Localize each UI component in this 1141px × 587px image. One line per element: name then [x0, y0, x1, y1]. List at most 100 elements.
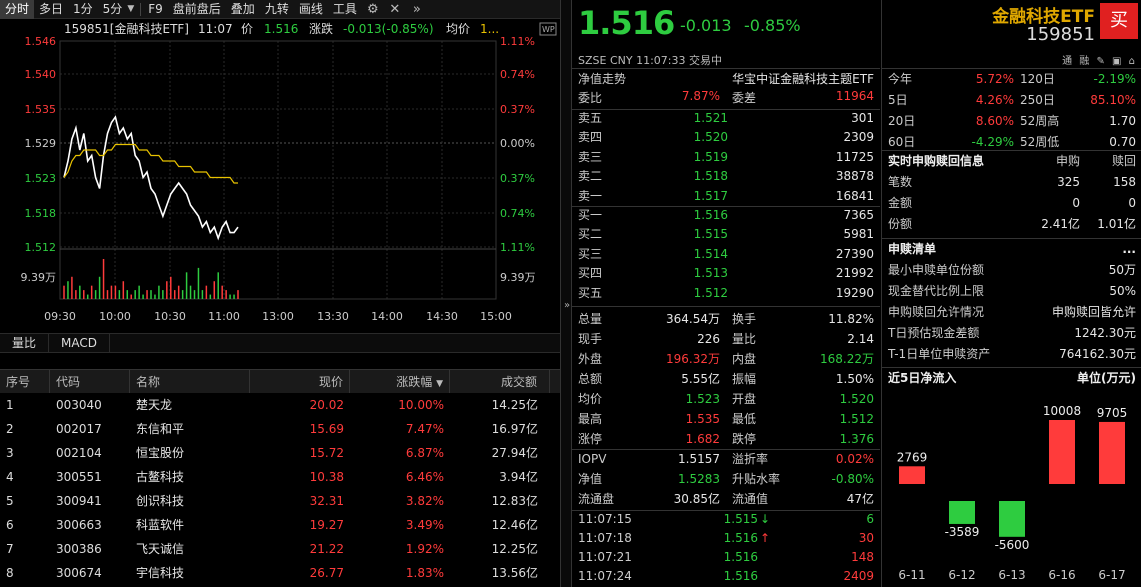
sell-level-row[interactable]: 卖四1.5202309 — [572, 128, 880, 147]
stat-label: 流通盘 — [578, 489, 628, 509]
tab-intraday[interactable]: 分时 — [0, 0, 34, 19]
net-inflow-chart: 27696-11-35896-12-56006-13100086-1697056… — [882, 388, 1141, 587]
row-code: 300386 — [50, 537, 130, 561]
sr-label: 笔数 — [888, 172, 988, 193]
flow-title: 近5日净流入 — [888, 368, 1077, 389]
sell-level-row[interactable]: 卖二1.51838878 — [572, 167, 880, 186]
chart-chg-label: 涨跌 — [309, 21, 333, 36]
col-change[interactable]: 涨跌幅 ▼ — [350, 370, 450, 393]
table-row[interactable]: 7300386飞天诚信21.221.92%12.25亿 — [0, 537, 560, 561]
stat-row: 总量364.54万换手11.82% — [572, 309, 880, 329]
nav-row[interactable]: 净值走势华宝中证金融科技主题ETF — [572, 68, 880, 90]
stat-value: 196.32万 — [628, 349, 720, 369]
sr-label: 金额 — [888, 193, 988, 214]
col-index[interactable]: 序号 — [0, 370, 50, 393]
tick-time: 11:07:18 — [578, 529, 678, 548]
buy-level-row[interactable]: 买三1.51427390 — [572, 245, 880, 264]
tab-1min[interactable]: 1分 — [68, 0, 98, 19]
tab-volume-ratio[interactable]: 量比 — [0, 334, 49, 352]
tick-list: 11:07:151.515↓611:07:181.516↑3011:07:211… — [572, 510, 880, 586]
list-label: 最小申赎单位份额 — [888, 260, 1109, 281]
row-code: 300941 — [50, 489, 130, 513]
stat-value: 1.535 — [628, 409, 720, 429]
sr-sub: 325 — [988, 172, 1080, 193]
gear-icon[interactable]: ⚙ — [362, 2, 384, 17]
stat-value: 1.523 — [628, 389, 720, 409]
quote-panel: 1.516 -0.013 -0.85% SZSE CNY 11:07:33 交易… — [572, 0, 880, 587]
row-change: 3.49% — [350, 513, 450, 537]
y-tick-right: 1.11% — [500, 35, 535, 48]
table-row[interactable]: 4300551古鳌科技10.386.46%3.94亿 — [0, 465, 560, 489]
sell-level-row[interactable]: 卖五1.521301 — [572, 109, 880, 128]
buy-level-row[interactable]: 买五1.51219290 — [572, 284, 880, 303]
table-row[interactable]: 5300941创识科技32.313.82%12.83亿 — [0, 489, 560, 513]
flow-category-label: 6-17 — [1098, 568, 1125, 582]
stat-label: 最低 — [732, 409, 782, 429]
book-price: 1.514 — [658, 245, 728, 264]
buy-button[interactable]: 买 — [1100, 3, 1138, 39]
row-price: 26.77 — [250, 561, 350, 585]
overlay-button[interactable]: 叠加 — [226, 0, 260, 19]
table-row[interactable]: 3002104恒宝股份15.726.87%27.94亿 — [0, 441, 560, 465]
stat-value: -0.80% — [782, 469, 874, 489]
list-row: T-1日单位申赎资产764162.30元 — [882, 344, 1141, 365]
buy-level-row[interactable]: 买四1.51321992 — [572, 264, 880, 283]
tools-button[interactable]: 工具 — [328, 0, 362, 19]
y-tick-left: 1.546 — [25, 35, 57, 48]
row-price: 10.38 — [250, 465, 350, 489]
table-row[interactable]: 1003040楚天龙20.0210.00%14.25亿 — [0, 393, 560, 417]
y-tick-right: 0.37% — [500, 172, 535, 185]
perf-value: 4.26% — [928, 90, 1014, 111]
sell-level-row[interactable]: 卖三1.51911725 — [572, 148, 880, 167]
row-name: 创识科技 — [130, 489, 250, 513]
book-volume: 16841 — [728, 187, 874, 206]
buy-level-row[interactable]: 买二1.5155981 — [572, 225, 880, 244]
arrow-none — [758, 548, 772, 567]
flow-unit: 单位(万元) — [1077, 368, 1136, 389]
table-row[interactable]: 6300663科蓝软件19.273.49%12.46亿 — [0, 513, 560, 537]
toolbar-icons[interactable]: 通 融 ✎ ▣ ⌂ — [1062, 52, 1137, 67]
sell-level-row[interactable]: 卖一1.51716841 — [572, 187, 880, 206]
close-icon[interactable]: ✕ — [384, 2, 406, 17]
sr-sub: 0 — [988, 193, 1080, 214]
row-turnover: 27.94亿 — [450, 441, 550, 465]
more-icon[interactable]: ... — [1122, 239, 1136, 260]
y-tick-right: 0.74% — [500, 68, 535, 81]
row-code: 300551 — [50, 465, 130, 489]
col-turnover[interactable]: 成交额 — [450, 370, 550, 393]
intraday-chart[interactable]: 159851[金融科技ETF] 11:07 价 1.516 涨跌 -0.013(… — [0, 19, 560, 327]
tab-5min[interactable]: 5分 — [98, 0, 128, 19]
stat-label: 涨停 — [578, 429, 628, 449]
f9-button[interactable]: F9 — [143, 0, 168, 19]
stat-value: 168.22万 — [782, 349, 874, 369]
dropdown-caret-icon[interactable]: ▼ — [127, 4, 134, 14]
y-tick-left: 1.523 — [25, 172, 57, 185]
panel-splitter[interactable]: » — [560, 0, 572, 587]
fund-code: 159851 — [1026, 24, 1095, 45]
tick-price: 1.516 — [678, 529, 758, 548]
book-price: 1.516 — [658, 206, 728, 225]
draw-line-button[interactable]: 画线 — [294, 0, 328, 19]
stat-row: 均价1.523开盘1.520 — [572, 389, 880, 409]
perf-value: 1.70 — [1070, 111, 1136, 132]
row-name: 恒宝股份 — [130, 441, 250, 465]
sort-desc-icon[interactable]: ▼ — [436, 379, 443, 389]
tab-macd[interactable]: MACD — [49, 334, 110, 352]
list-value: 50% — [1109, 281, 1136, 302]
collapse-icon[interactable]: » — [406, 2, 428, 17]
buy-level-row[interactable]: 买一1.5167365 — [572, 206, 880, 225]
col-name[interactable]: 名称 — [130, 370, 250, 393]
table-row[interactable]: 8300674宇信科技26.771.83%13.56亿 — [0, 561, 560, 585]
stat-value: 5.55亿 — [628, 369, 720, 389]
nine-turn-button[interactable]: 九转 — [260, 0, 294, 19]
col-code[interactable]: 代码 — [50, 370, 130, 393]
table-row[interactable]: 2002017东信和平15.697.47%16.97亿 — [0, 417, 560, 441]
row-change: 7.47% — [350, 417, 450, 441]
stat-value: 47亿 — [782, 489, 874, 509]
book-price: 1.517 — [658, 187, 728, 206]
tab-multi-day[interactable]: 多日 — [34, 0, 68, 19]
tick-time: 11:07:21 — [578, 548, 678, 567]
stat-value: 0.02% — [782, 449, 874, 469]
col-price[interactable]: 现价 — [250, 370, 350, 393]
pre-post-market-button[interactable]: 盘前盘后 — [168, 0, 226, 19]
